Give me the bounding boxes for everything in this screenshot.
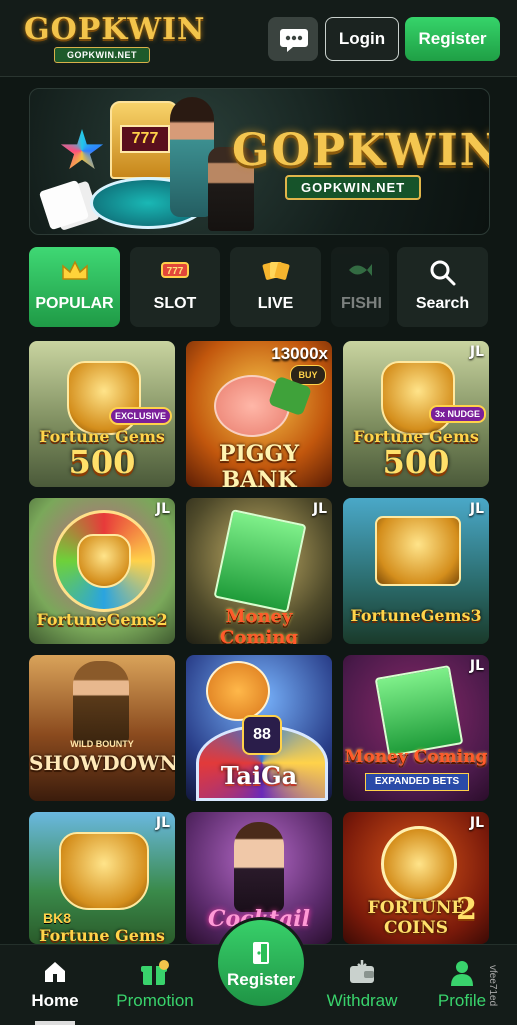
nav-label: Register bbox=[226, 970, 296, 989]
nav-withdraw[interactable]: Withdraw bbox=[312, 945, 412, 1025]
door-icon bbox=[253, 942, 269, 964]
banner-title: GOPKWIN bbox=[232, 125, 490, 176]
golden-mask-icon bbox=[59, 832, 149, 910]
logo-text: GOPKWIN bbox=[24, 12, 206, 47]
slot-777-icon: 777 bbox=[161, 262, 189, 278]
top-header: GOPKWIN GOPKWIN.NET Login Register bbox=[0, 0, 517, 77]
game-title: PIGGY BANK bbox=[218, 441, 300, 487]
site-logo[interactable]: GOPKWIN GOPKWIN.NET bbox=[24, 12, 204, 64]
slot-machine-icon: 777 bbox=[110, 101, 178, 179]
search-icon bbox=[430, 260, 455, 286]
register-button[interactable]: Register bbox=[405, 17, 500, 61]
tab-label: POPULAR bbox=[35, 295, 114, 312]
golden-mask-icon bbox=[375, 516, 461, 586]
game-title: Fortune Gems bbox=[39, 926, 165, 944]
provider-badge: JL bbox=[469, 501, 484, 517]
star-gem-icon bbox=[60, 129, 104, 170]
hostess-figure bbox=[234, 822, 284, 912]
nudge-badge: 3x NUDGE bbox=[429, 405, 487, 423]
gift-icon bbox=[141, 960, 169, 985]
expanded-bets-badge: EXPANDED BETS bbox=[365, 773, 469, 791]
active-indicator bbox=[35, 1021, 75, 1025]
nav-label: Withdraw bbox=[326, 991, 398, 1010]
multiplier-label: 13000x bbox=[271, 344, 328, 363]
logo-subtext: GOPKWIN.NET bbox=[54, 47, 150, 63]
svg-text:777: 777 bbox=[167, 266, 184, 277]
provider-badge: JL bbox=[155, 815, 170, 831]
nav-label: Promotion bbox=[116, 991, 194, 1010]
cowgirl-figure bbox=[73, 661, 129, 745]
cash-icon bbox=[213, 509, 307, 613]
cash-icon bbox=[374, 665, 464, 757]
tab-fishing[interactable]: FISHI bbox=[331, 247, 389, 327]
tab-label: Search bbox=[415, 295, 470, 312]
game-title: SHOWDOWN bbox=[29, 751, 175, 775]
tab-popular[interactable]: POPULAR bbox=[29, 247, 120, 327]
provider-badge: JL bbox=[469, 658, 484, 674]
game-title: Money Coming bbox=[220, 606, 298, 644]
exclusive-badge: EXCLUSIVE bbox=[109, 407, 173, 425]
fish-icon bbox=[349, 264, 372, 276]
login-button[interactable]: Login bbox=[325, 17, 399, 61]
coin-icon bbox=[381, 826, 457, 902]
game-tile[interactable]: JL Money Coming bbox=[186, 498, 332, 644]
game-number: 500 bbox=[382, 443, 450, 481]
cards-icon bbox=[262, 262, 289, 280]
banner-subtitle: GOPKWIN.NET bbox=[285, 175, 422, 200]
watermark-text: vfee71ed bbox=[487, 965, 498, 1007]
home-icon bbox=[45, 962, 65, 982]
golden-mask-icon bbox=[77, 534, 131, 588]
tab-label: SLOT bbox=[153, 295, 197, 312]
nav-label: Home bbox=[31, 991, 79, 1010]
game-title: FortuneGems2 bbox=[36, 610, 168, 629]
game-tile[interactable]: 88 TaiGa bbox=[186, 655, 332, 801]
provider-badge: JL bbox=[312, 501, 327, 517]
provider-badge: JL bbox=[469, 815, 484, 831]
game-tile[interactable]: JL FortuneGems2 bbox=[29, 498, 175, 644]
promo-banner[interactable]: 777 GOPKWIN GOPKWIN.NET bbox=[29, 88, 490, 235]
slot-reels: 777 bbox=[120, 125, 170, 153]
game-title: TaiGa bbox=[220, 761, 298, 790]
game-number: 2 bbox=[456, 892, 477, 927]
game-number: 88 bbox=[242, 715, 282, 755]
game-tile[interactable]: JL FORTUNE COINS 2 bbox=[343, 812, 489, 944]
game-tile[interactable]: 13000x BUY PIGGY BANK bbox=[186, 341, 332, 487]
nav-home[interactable]: Home bbox=[5, 945, 105, 1025]
game-subtitle: WILD BOUNTY bbox=[70, 739, 134, 749]
game-title: Money Coming bbox=[344, 747, 488, 767]
tab-search[interactable]: Search bbox=[397, 247, 488, 327]
tab-label: FISHI bbox=[341, 295, 382, 312]
nav-promotion[interactable]: Promotion bbox=[105, 945, 205, 1025]
profile-icon bbox=[451, 961, 473, 986]
game-tile[interactable]: JL FortuneGems3 bbox=[343, 498, 489, 644]
crown-icon bbox=[61, 260, 88, 280]
tab-slot[interactable]: 777 SLOT bbox=[130, 247, 220, 327]
game-number: 500 bbox=[68, 443, 136, 481]
tab-label: LIVE bbox=[257, 295, 294, 312]
tiger-icon bbox=[206, 661, 270, 721]
game-tile[interactable]: EXCLUSIVE Fortune Gems 500 bbox=[29, 341, 175, 487]
chat-button[interactable] bbox=[268, 17, 318, 61]
provider-badge: JL bbox=[469, 344, 484, 360]
game-tile[interactable]: JL Money Coming EXPANDED BETS bbox=[343, 655, 489, 801]
nav-register-button[interactable]: Register bbox=[215, 917, 307, 1009]
wallet-icon bbox=[350, 960, 374, 983]
game-tile[interactable]: WILD BOUNTY SHOWDOWN bbox=[29, 655, 175, 801]
playing-cards-icon bbox=[38, 179, 90, 231]
game-title: FortuneGems3 bbox=[350, 606, 482, 625]
game-tile[interactable]: JL BK8 Fortune Gems bbox=[29, 812, 175, 944]
tab-live[interactable]: LIVE bbox=[230, 247, 321, 327]
game-tile[interactable]: JL 3x NUDGE Fortune Gems 500 bbox=[343, 341, 489, 487]
brand-badge: BK8 bbox=[43, 910, 72, 926]
provider-badge: JL bbox=[155, 501, 170, 517]
golden-mask-icon bbox=[381, 361, 455, 435]
chat-bubble-icon bbox=[280, 29, 308, 52]
